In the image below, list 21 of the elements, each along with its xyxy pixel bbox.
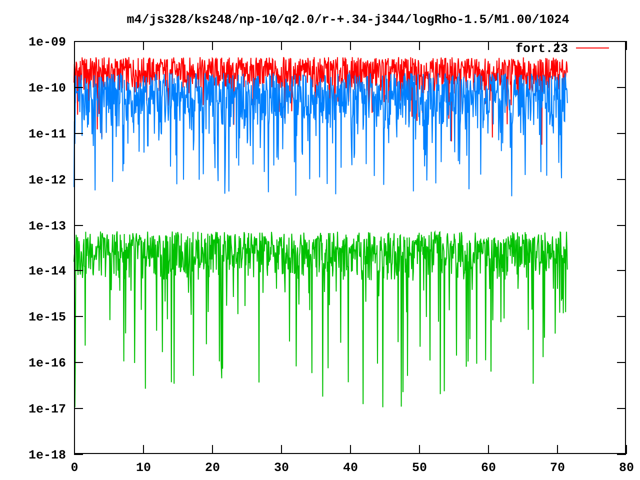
axis-tick-label: 40: [343, 461, 358, 475]
axis-tick-label: 1e-09: [28, 36, 66, 50]
axis-tick-label: 10: [136, 461, 151, 475]
axis-tick-label: 1e-11: [28, 128, 66, 142]
axis-tick-label: 1e-18: [28, 448, 66, 462]
axis-tick-label: 1e-12: [28, 174, 66, 188]
axis-tick-label: 30: [274, 461, 289, 475]
legend-label: fort.23: [515, 42, 568, 56]
axis-tick-label: 1e-16: [28, 356, 66, 370]
axis-tick-label: 50: [412, 461, 427, 475]
axis-tick-label: 60: [481, 461, 496, 475]
axis-tick-label: 1e-17: [28, 402, 66, 416]
axis-tick-label: 1e-14: [28, 264, 66, 278]
axis-tick-label: 70: [550, 461, 565, 475]
axis-tick-label: 1e-13: [28, 220, 66, 234]
axis-tick-label: 0: [70, 461, 78, 475]
axis-tick-label: 1e-10: [28, 82, 66, 96]
chart-title: m4/js328/ks248/np-10/q2.0/r-+.34-j344/logRho-1.5/M1.00/1024: [126, 13, 570, 27]
axis-tick-label: 1e-15: [28, 310, 66, 324]
axis-tick-label: 80: [619, 461, 634, 475]
axis-tick-label: 20: [205, 461, 220, 475]
